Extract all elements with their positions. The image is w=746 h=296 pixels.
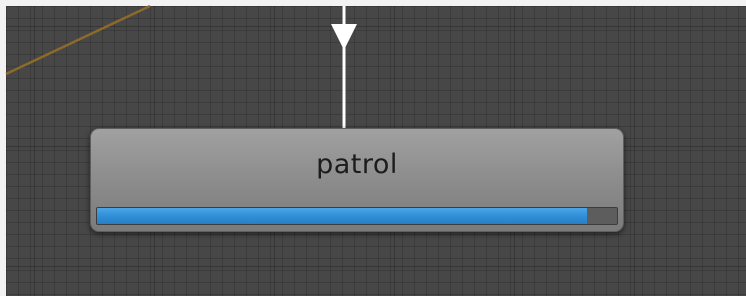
node-progress-bar [96, 207, 618, 225]
node-title: patrol [316, 149, 398, 180]
patrol-node[interactable]: patrol [90, 128, 624, 232]
arrow-down-icon [331, 24, 357, 50]
side-connection-line[interactable] [5, 4, 151, 76]
node-progress-fill [97, 208, 587, 224]
behavior-tree-canvas: patrol [0, 0, 746, 296]
